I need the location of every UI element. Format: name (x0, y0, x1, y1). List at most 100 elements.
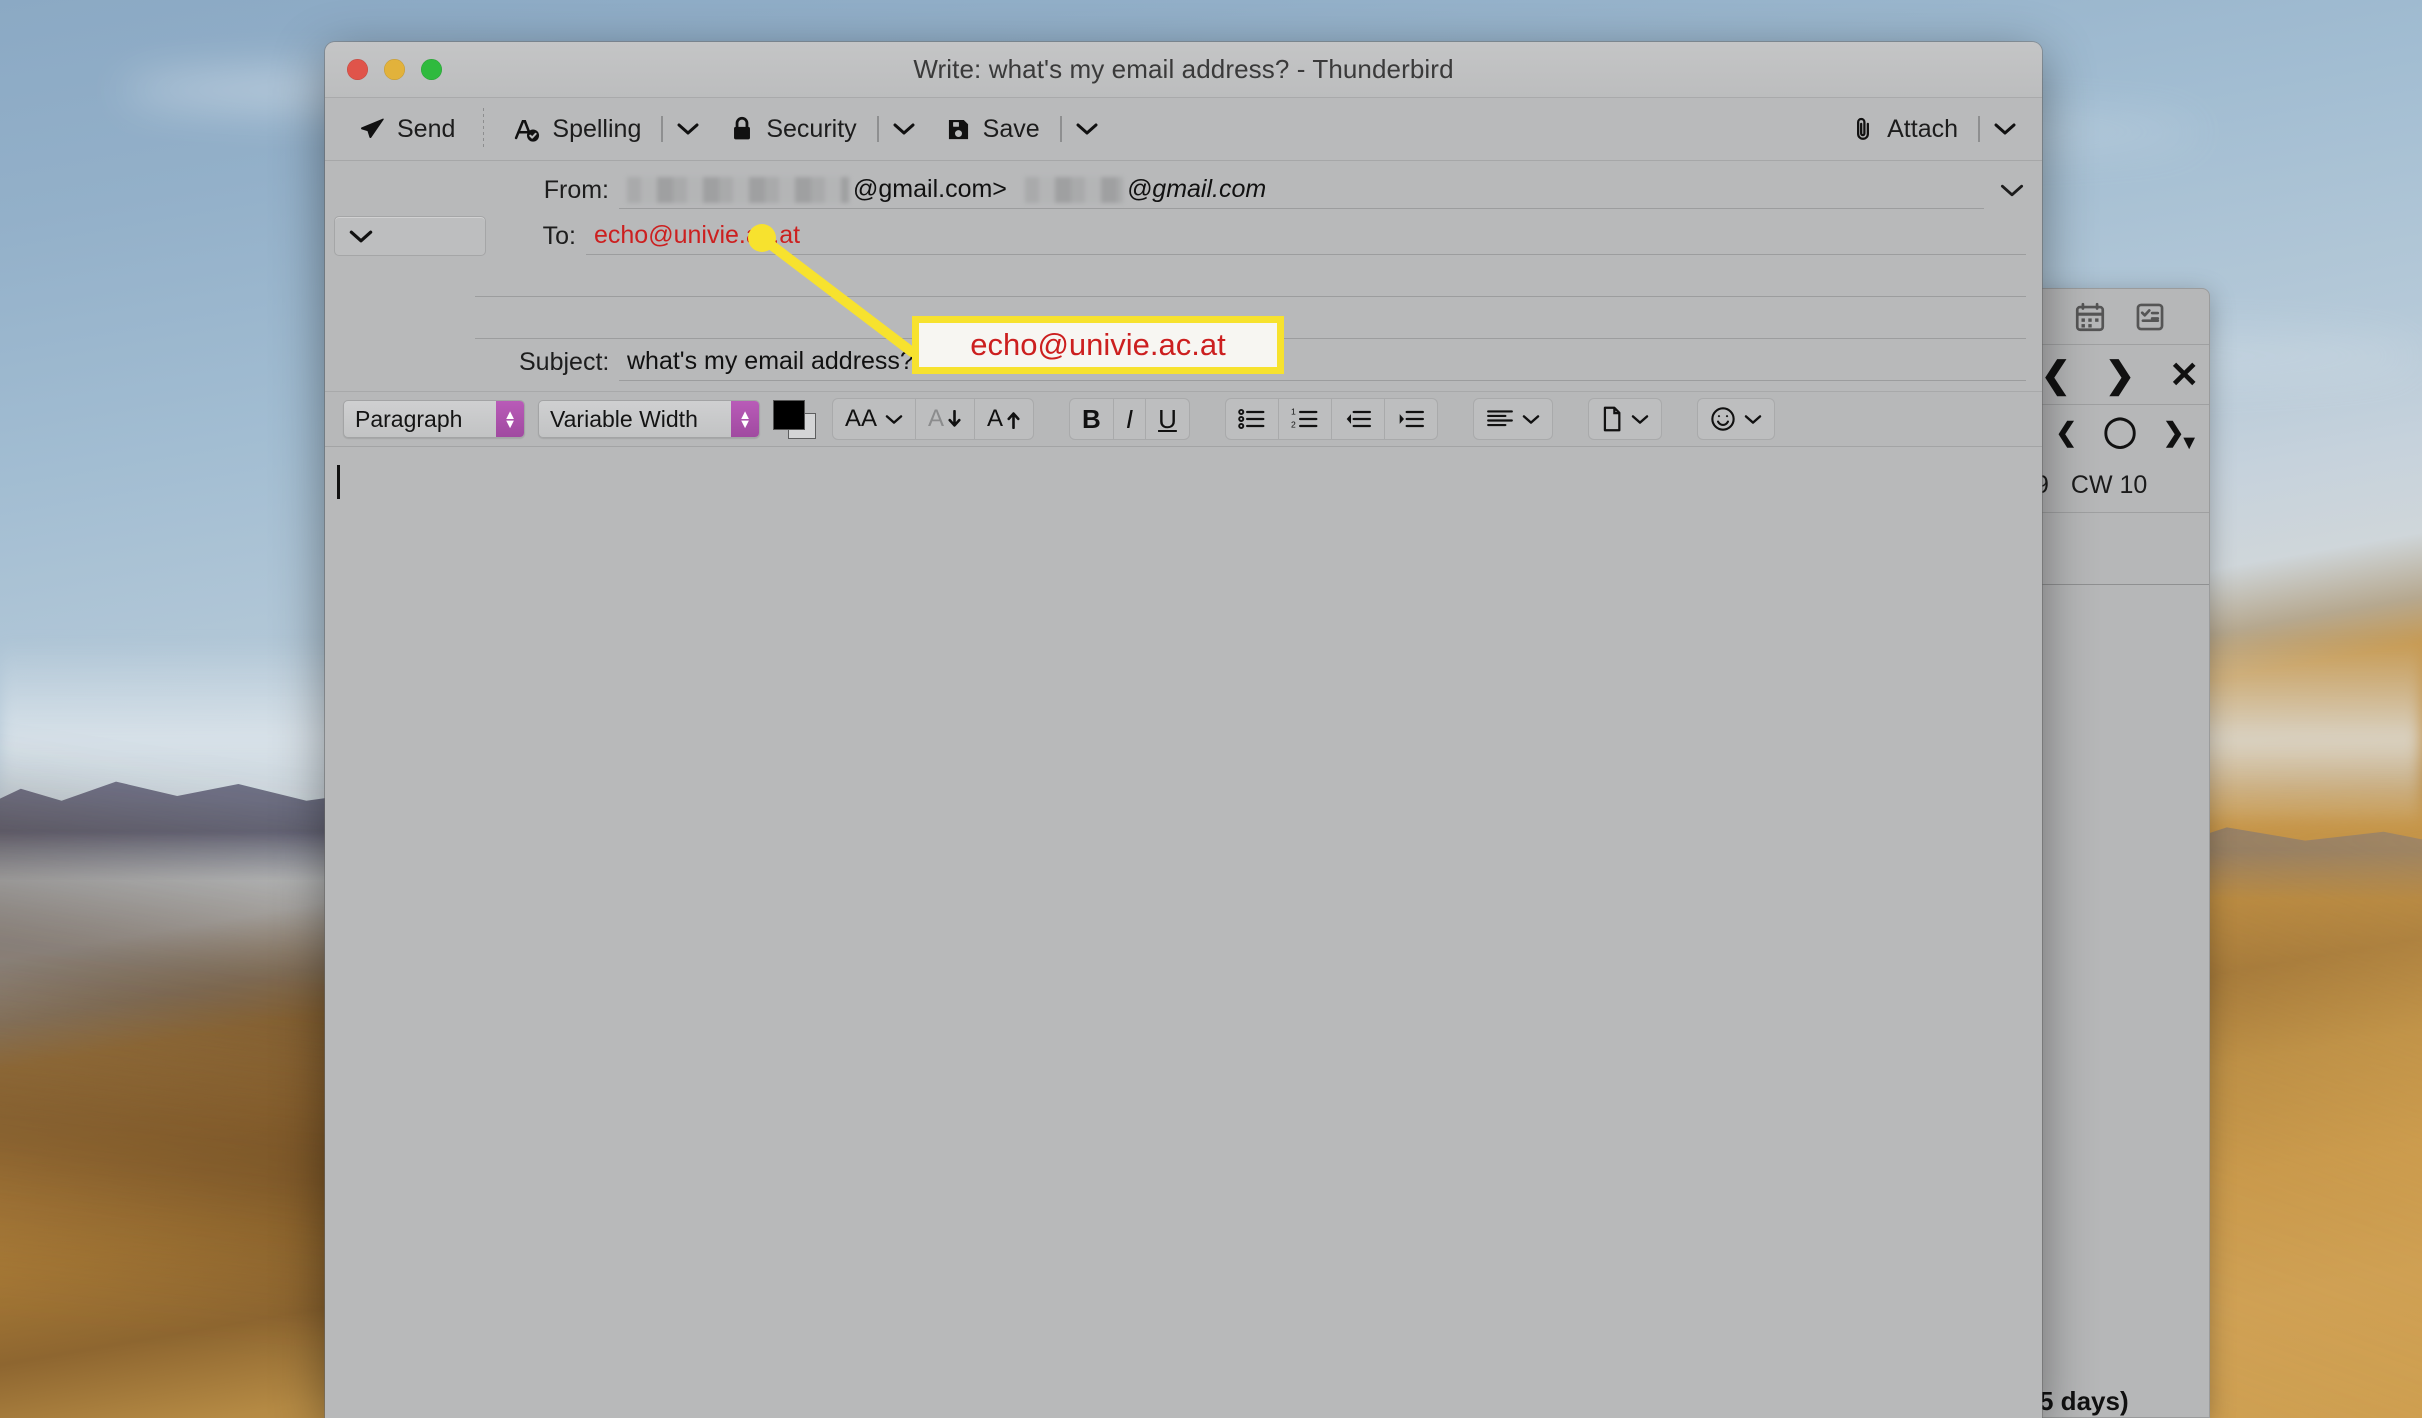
attach-dropdown-button[interactable] (1990, 112, 2020, 146)
from-dropdown-chevron[interactable] (2000, 183, 2024, 198)
increase-indent-button[interactable] (1385, 399, 1437, 439)
outdent-icon (1344, 408, 1372, 430)
emoticon-menu-button[interactable] (1698, 399, 1774, 439)
from-domain-secondary: @gmail.com (1126, 175, 1267, 203)
send-label: Send (397, 114, 456, 143)
chevron-down-icon (1631, 414, 1649, 425)
chevron-down-icon (1522, 414, 1540, 425)
calendar-footer-fragment: 5 days) (2039, 1386, 2129, 1416)
numbered-list-icon: 1 2 (1291, 408, 1319, 430)
close-icon[interactable]: ✕ (2169, 356, 2199, 393)
page-icon (1601, 406, 1623, 432)
italic-label: I (1125, 404, 1134, 434)
formatting-toolbar: Paragraph ▲ ▼ Variable Width ▲ ▼ AA A A … (325, 391, 2042, 447)
window-maximize-button[interactable] (421, 59, 442, 80)
today-circle-icon[interactable]: ◯ (2103, 417, 2137, 447)
text-caret (337, 465, 340, 499)
italic-button[interactable]: I (1114, 399, 1147, 439)
align-left-icon (1486, 408, 1514, 430)
save-label: Save (982, 114, 1040, 143)
to-recipient-pill[interactable]: echo@univie.ac.at (594, 221, 800, 250)
paragraph-style-value: Paragraph (355, 405, 463, 432)
tasks-icon[interactable] (2133, 300, 2167, 334)
arrow-up-icon (1006, 410, 1021, 429)
save-button[interactable]: Save (935, 110, 1050, 149)
window-titlebar: Write: what's my email address? - Thunde… (325, 42, 2042, 98)
chevron-down-icon (1994, 123, 2016, 135)
subject-value: what's my email address? (627, 347, 914, 375)
spelling-dropdown-button[interactable] (673, 112, 703, 146)
previous-icon[interactable]: ❮ (2041, 356, 2071, 393)
bold-button[interactable]: B (1070, 399, 1114, 439)
underline-button[interactable]: U (1146, 399, 1189, 439)
stepper-arrows-icon: ▲ ▼ (496, 401, 524, 437)
to-label: To: (542, 221, 576, 250)
toolbar-divider (1059, 116, 1062, 142)
recipient-blank-field[interactable] (475, 259, 2026, 297)
save-dropdown-button[interactable] (1072, 112, 1102, 146)
chevron-down-icon (2000, 184, 2024, 196)
bulleted-list-button[interactable] (1226, 399, 1279, 439)
font-family-select[interactable]: Variable Width ▲ ▼ (538, 400, 760, 438)
from-field[interactable]: @gmail.com> @gmail.com (619, 171, 1984, 209)
callout-box: echo@univie.ac.at (912, 316, 1284, 374)
next-icon[interactable]: ❯ (2105, 356, 2135, 393)
window-minimize-button[interactable] (384, 59, 405, 80)
bold-label: B (1082, 404, 1101, 434)
security-label: Security (766, 114, 857, 143)
toolbar-divider (1978, 116, 1980, 142)
calendar-panel-icon-row (2031, 289, 2209, 345)
chevron-down-icon (1076, 123, 1098, 135)
subject-label: Subject: (519, 347, 610, 376)
background-calendar-panel[interactable]: ❮ ❯ ✕ ❮ ◯ ❯ ▼ 9 CW 10 5 days) (2030, 288, 2210, 1418)
smiley-icon (1710, 406, 1736, 432)
decrease-font-size-button[interactable]: A (916, 399, 976, 439)
message-body-editor[interactable] (325, 447, 2042, 1418)
security-button[interactable]: Security (719, 110, 866, 149)
font-smaller-label: A (928, 405, 945, 432)
to-field[interactable]: echo@univie.ac.at (586, 217, 2026, 255)
chevron-down-icon (885, 414, 903, 425)
insert-menu-button[interactable] (1589, 399, 1661, 439)
attach-button[interactable]: Attach (1840, 110, 1968, 149)
send-button[interactable]: Send (349, 110, 465, 149)
calendar-panel-nav-row: ❮ ❯ ✕ (2031, 345, 2209, 405)
window-title: Write: what's my email address? - Thunde… (913, 54, 1454, 84)
to-row: To: echo@univie.ac.at (325, 215, 2042, 257)
foreground-color-swatch[interactable] (773, 400, 805, 430)
dropdown-caret-icon[interactable]: ▼ (2179, 433, 2199, 453)
decrease-indent-button[interactable] (1332, 399, 1385, 439)
emoticon-group (1696, 398, 1775, 440)
callout-text: echo@univie.ac.at (970, 327, 1226, 362)
previous-period-icon[interactable]: ❮ (2055, 419, 2077, 445)
paperclip-icon (1850, 115, 1876, 143)
security-dropdown-button[interactable] (889, 112, 919, 146)
chevron-down-icon (349, 229, 373, 244)
text-style-group: B I U (1069, 398, 1190, 440)
align-menu-button[interactable] (1474, 399, 1552, 439)
from-label: From: (543, 175, 609, 204)
chevron-down-icon (893, 123, 915, 135)
from-redacted-name (627, 176, 849, 203)
text-color-picker[interactable] (773, 398, 819, 440)
send-icon (359, 116, 386, 143)
window-close-button[interactable] (347, 59, 368, 80)
list-indent-group: 1 2 (1224, 398, 1438, 440)
font-family-value: Variable Width (550, 405, 698, 432)
calendar-cw-label: CW 10 (2070, 471, 2148, 499)
calendar-allday-band (2031, 513, 2209, 585)
spellcheck-icon (512, 115, 541, 144)
save-icon (945, 116, 972, 143)
subject-field[interactable]: what's my email address? (619, 343, 2026, 381)
calendar-icon[interactable] (2073, 300, 2107, 334)
attach-label: Attach (1887, 114, 1958, 143)
toolbar-separator (483, 108, 485, 150)
numbered-list-button[interactable]: 1 2 (1279, 399, 1332, 439)
font-size-menu-button[interactable]: AA (833, 399, 917, 439)
recipient-blank-row (325, 257, 2042, 299)
increase-font-size-button[interactable]: A (975, 399, 1033, 439)
spelling-button[interactable]: Spelling (502, 110, 651, 149)
paragraph-style-select[interactable]: Paragraph ▲ ▼ (343, 400, 525, 438)
to-expand-button[interactable] (334, 216, 486, 256)
font-size-group: AA A A (832, 398, 1035, 440)
